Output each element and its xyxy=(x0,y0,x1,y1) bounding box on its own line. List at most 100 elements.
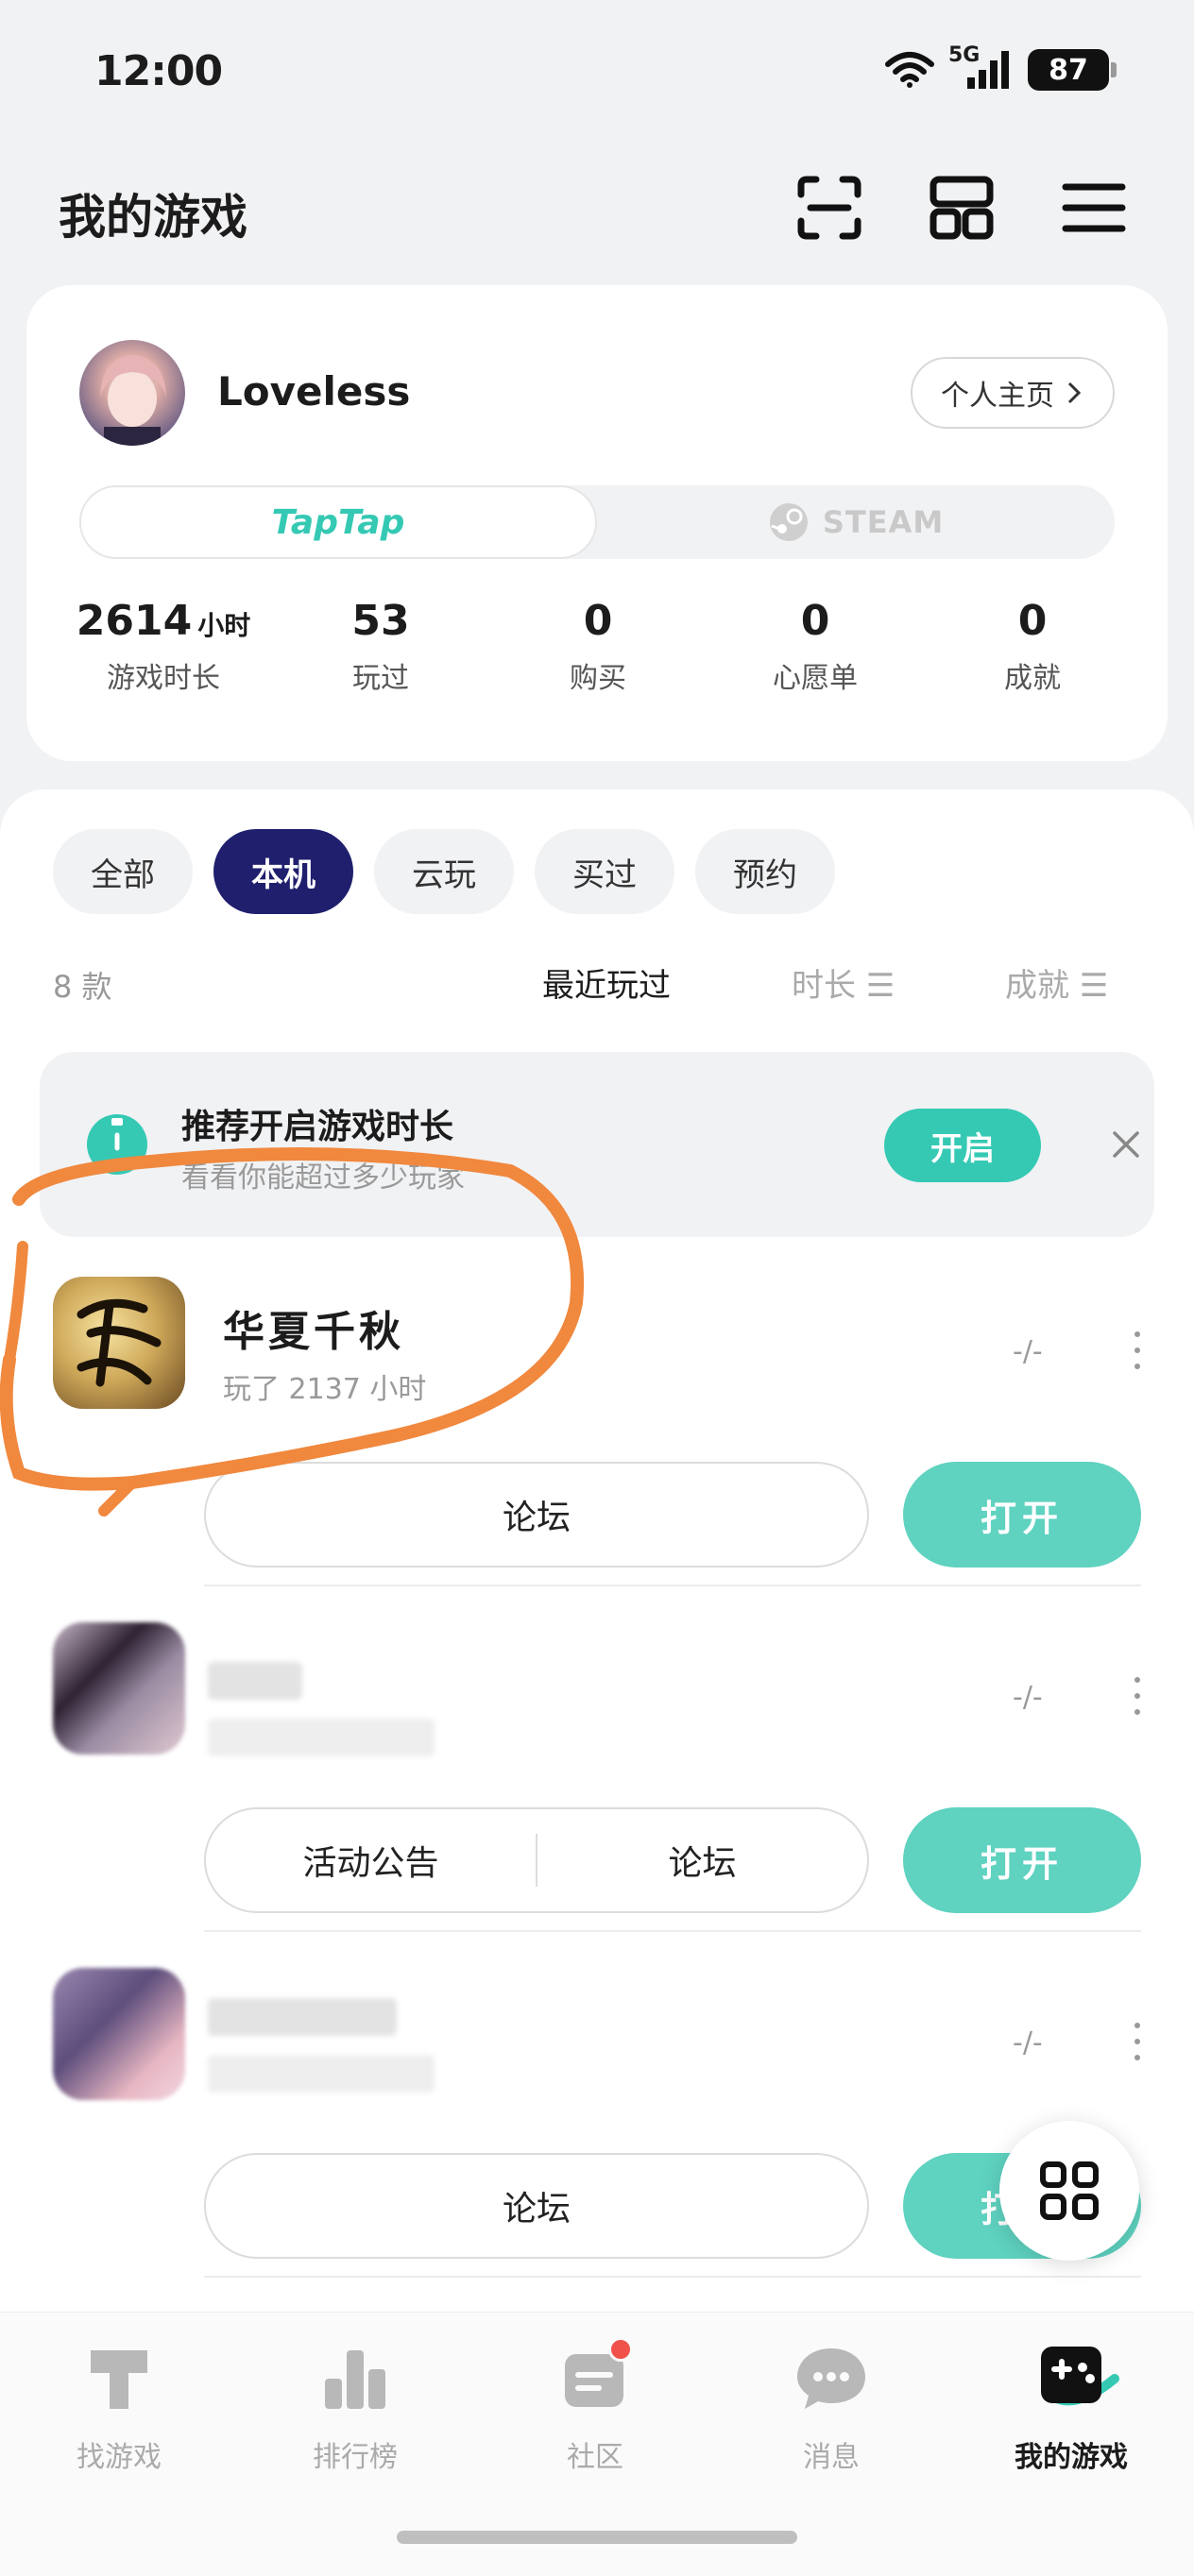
close-icon[interactable] xyxy=(1107,1126,1145,1163)
homepage-button[interactable]: 个人主页 xyxy=(911,357,1115,429)
filter-cloud[interactable]: 云玩 xyxy=(374,829,514,914)
more-options-icon[interactable] xyxy=(1130,1331,1145,1369)
floating-grid-button[interactable] xyxy=(999,2121,1139,2261)
games-sheet: 全部 本机 云玩 买过 预约 8 款 最近玩过 时长 ☰ 成就 ☰ 推荐开启游戏… xyxy=(0,789,1194,2338)
clock: 12:00 xyxy=(94,47,223,95)
game-rating: -/- xyxy=(1013,1681,1043,1714)
open-game-button[interactable]: 打开 xyxy=(903,1462,1141,1568)
menu-button[interactable] xyxy=(1056,170,1132,246)
stat-label: 成就 xyxy=(1004,662,1061,695)
game-playtime: 玩了 2137 小时 xyxy=(223,1373,427,1406)
filter-bought[interactable]: 买过 xyxy=(535,829,674,914)
profile-card: Loveless 个人主页 TapTap STEAM 2614 小时 游戏时长 5… xyxy=(26,285,1168,761)
stat-wishlist[interactable]: 0 心愿单 xyxy=(707,597,924,696)
more-options-icon[interactable] xyxy=(1130,2023,1145,2060)
filter-local[interactable]: 本机 xyxy=(213,829,353,914)
forum-label: 论坛 xyxy=(502,1499,571,1537)
notification-badge xyxy=(608,2337,633,2362)
find-games-icon xyxy=(81,2341,157,2416)
stat-value: 53 xyxy=(351,597,410,645)
sort-recent[interactable]: 最近玩过 xyxy=(542,959,671,1006)
layout-toggle-button[interactable] xyxy=(924,170,999,246)
sort-duration-label: 时长 xyxy=(792,967,856,1005)
avatar[interactable] xyxy=(79,340,185,446)
banner-subtitle: 看看你能超过多少玩家 xyxy=(181,1161,465,1195)
open-game-button[interactable]: 打开 xyxy=(903,1807,1141,1913)
nav-label: 消息 xyxy=(803,2441,860,2474)
filter-all[interactable]: 全部 xyxy=(53,829,193,914)
scan-icon xyxy=(797,176,861,240)
platform-toggle: TapTap STEAM xyxy=(79,485,1115,559)
filter-reserved[interactable]: 预约 xyxy=(695,829,835,914)
divider xyxy=(204,2276,1141,2278)
blurred-game-name xyxy=(208,1662,302,1700)
home-indicator[interactable] xyxy=(397,2531,797,2544)
scan-button[interactable] xyxy=(792,170,867,246)
action-buttons: 活动公告 论坛 xyxy=(204,1807,869,1913)
stat-achievements[interactable]: 0 成就 xyxy=(924,597,1141,696)
my-games-icon xyxy=(1033,2341,1119,2416)
game-item[interactable]: 华夏千秋 玩了 2137 小时 -/- 论坛 打开 xyxy=(0,1241,1194,1586)
hamburger-menu-icon xyxy=(1062,183,1126,232)
message-icon xyxy=(793,2341,869,2416)
blurred-game-name xyxy=(208,1998,397,2036)
page-title: 我的游戏 xyxy=(59,190,247,245)
homepage-label: 个人主页 xyxy=(941,380,1054,413)
nav-community[interactable]: 社区 xyxy=(501,2337,690,2475)
nav-label: 我的游戏 xyxy=(1015,2441,1128,2474)
banner-enable-button[interactable]: 开启 xyxy=(884,1109,1041,1182)
stat-label: 购买 xyxy=(570,662,626,695)
game-item[interactable]: -/- 活动公告 论坛 打开 xyxy=(0,1586,1194,1932)
game-rating: -/- xyxy=(1013,2026,1043,2059)
steam-icon xyxy=(769,503,808,541)
nav-messages[interactable]: 消息 xyxy=(737,2341,926,2475)
platform-tab-taptap[interactable]: TapTap xyxy=(79,485,597,559)
nav-label: 排行榜 xyxy=(313,2441,398,2474)
nav-label: 社区 xyxy=(567,2441,623,2474)
status-bar: 12:00 5G 87 xyxy=(0,0,1194,142)
forum-button[interactable]: 论坛 xyxy=(537,1836,867,1885)
stat-value: 0 xyxy=(800,597,830,645)
stats-row: 2614 小时 游戏时长 53 玩过 0 购买 0 心愿单 0 成就 xyxy=(55,597,1141,696)
network-type: 5G xyxy=(948,43,981,67)
stopwatch-icon xyxy=(87,1114,147,1175)
nav-ranking[interactable]: 排行榜 xyxy=(261,2341,450,2475)
platform-tab-steam[interactable]: STEAM xyxy=(597,485,1115,559)
more-options-icon[interactable] xyxy=(1130,1677,1145,1715)
banner-title: 推荐开启游戏时长 xyxy=(181,1108,454,1146)
forum-label: 论坛 xyxy=(502,2190,571,2229)
taptap-logo: TapTap xyxy=(271,502,405,542)
game-rating: -/- xyxy=(1013,1335,1043,1368)
grid-icon xyxy=(1040,2161,1099,2220)
nav-find-games[interactable]: 找游戏 xyxy=(25,2341,213,2475)
game-icon xyxy=(53,1277,185,1409)
nav-my-games[interactable]: 我的游戏 xyxy=(977,2341,1166,2475)
community-icon xyxy=(557,2337,633,2416)
nav-label: 找游戏 xyxy=(77,2441,162,2474)
username: Loveless xyxy=(217,368,411,415)
grid-layout-icon xyxy=(930,176,994,240)
chevron-right-icon xyxy=(1067,381,1082,404)
forum-button[interactable]: 论坛 xyxy=(204,2153,869,2259)
announcement-button[interactable]: 活动公告 xyxy=(206,1836,536,1885)
sort-icon: ☰ xyxy=(865,967,896,1005)
stat-label: 玩过 xyxy=(352,662,409,695)
forum-button[interactable]: 论坛 xyxy=(204,1462,869,1568)
stat-purchased[interactable]: 0 购买 xyxy=(489,597,707,696)
stat-label: 心愿单 xyxy=(773,662,858,695)
sort-duration[interactable]: 时长 ☰ xyxy=(792,959,895,1006)
sort-achievement[interactable]: 成就 ☰ xyxy=(1005,959,1108,1006)
blurred-game-subtitle xyxy=(208,1719,435,1756)
stat-unit: 小时 xyxy=(197,610,251,641)
game-icon xyxy=(53,1622,185,1754)
game-name: 华夏千秋 xyxy=(223,1308,404,1356)
cellular-signal-icon: 5G xyxy=(948,43,1015,91)
stat-value: 2614 xyxy=(76,597,193,645)
blurred-game-subtitle xyxy=(208,2055,435,2093)
wifi-icon xyxy=(885,52,934,88)
playtime-banner: 推荐开启游戏时长 看看你能超过多少玩家 开启 xyxy=(40,1052,1154,1237)
stat-playtime[interactable]: 2614 小时 游戏时长 xyxy=(55,597,272,696)
stat-played[interactable]: 53 玩过 xyxy=(272,597,489,696)
stat-value: 0 xyxy=(1017,597,1048,645)
game-icon xyxy=(53,1968,185,2100)
